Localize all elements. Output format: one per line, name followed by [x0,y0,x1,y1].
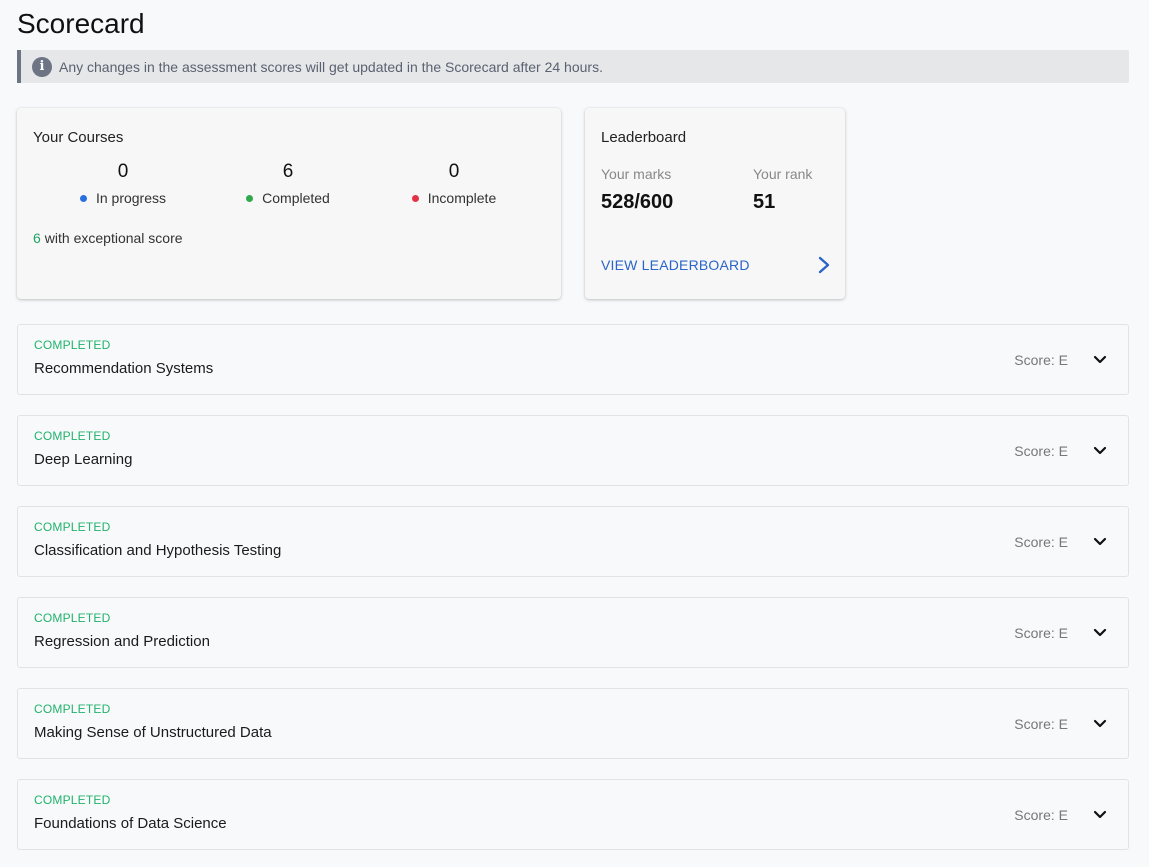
your-courses-title: Your Courses [33,129,124,146]
incomplete-label: Incomplete [427,190,497,206]
course-score: Score: E [1014,534,1068,550]
your-rank-label: Your rank [753,166,813,182]
exceptional-text: with exceptional score [44,230,183,246]
info-banner: i Any changes in the assessment scores w… [17,50,1129,83]
chevron-down-icon[interactable] [1092,716,1108,732]
chevron-down-icon[interactable] [1092,625,1108,641]
course-status: COMPLETED [34,338,111,352]
course-list: COMPLETED Recommendation Systems Score: … [17,324,1129,867]
stat-in-progress: 0 In progress [43,160,203,206]
course-row[interactable]: COMPLETED Recommendation Systems Score: … [17,324,1129,395]
chevron-right-icon[interactable] [817,255,831,275]
completed-dot-icon [246,194,254,202]
chevron-down-icon[interactable] [1092,443,1108,459]
course-row[interactable]: COMPLETED Regression and Prediction Scor… [17,597,1129,668]
course-name: Deep Learning [34,451,133,468]
info-banner-text: Any changes in the assessment scores wil… [59,58,603,75]
in-progress-dot-icon [79,194,87,202]
course-name: Classification and Hypothesis Testing [34,542,282,559]
completed-count: 6 [282,161,294,182]
course-name: Foundations of Data Science [34,815,227,832]
leaderboard-title: Leaderboard [601,129,687,146]
course-row[interactable]: COMPLETED Deep Learning Score: E [17,415,1129,486]
course-row[interactable]: COMPLETED Classification and Hypothesis … [17,506,1129,577]
course-row[interactable]: COMPLETED Making Sense of Unstructured D… [17,688,1129,759]
stat-completed: 6 Completed [208,160,368,206]
course-status: COMPLETED [34,611,111,625]
course-score: Score: E [1014,807,1068,823]
leaderboard-card: Leaderboard Your marks 528/600 Your rank… [585,108,845,299]
info-icon: i [32,56,52,77]
completed-label: Completed [262,190,330,206]
incomplete-dot-icon [411,194,419,202]
scorecard-page: Scorecard i Any changes in the assessmen… [0,0,1149,867]
incomplete-count: 0 [448,161,460,182]
course-score: Score: E [1014,716,1068,732]
course-row[interactable]: COMPLETED Foundations of Data Science Sc… [17,779,1129,850]
page-title: Scorecard [17,8,145,39]
course-status: COMPLETED [34,793,111,807]
course-score: Score: E [1014,443,1068,459]
course-name: Regression and Prediction [34,633,210,650]
course-score: Score: E [1014,625,1068,641]
chevron-down-icon[interactable] [1092,534,1108,550]
course-name: Recommendation Systems [34,360,214,377]
course-status: COMPLETED [34,520,111,534]
view-leaderboard-link[interactable]: VIEW LEADERBOARD [601,255,831,275]
in-progress-count: 0 [117,161,129,182]
your-courses-card: Your Courses 0 In progress 6 Completed 0… [17,108,561,299]
exceptional-count: 6 [33,230,41,246]
your-marks-label: Your marks [601,166,672,182]
your-rank-value: 51 [753,191,776,213]
course-status: COMPLETED [34,702,111,716]
course-score: Score: E [1014,352,1068,368]
chevron-down-icon[interactable] [1092,352,1108,368]
course-name: Making Sense of Unstructured Data [34,724,272,741]
in-progress-label: In progress [95,190,167,206]
your-rank: Your rank 51 [753,166,812,214]
stat-incomplete: 0 Incomplete [374,160,534,206]
your-marks-value: 528/600 [601,191,674,213]
exceptional-score-summary: 6 with exceptional score [33,230,183,246]
course-status: COMPLETED [34,429,111,443]
your-marks: Your marks 528/600 [601,166,673,214]
view-leaderboard-label: VIEW LEADERBOARD [601,257,750,273]
chevron-down-icon[interactable] [1092,807,1108,823]
